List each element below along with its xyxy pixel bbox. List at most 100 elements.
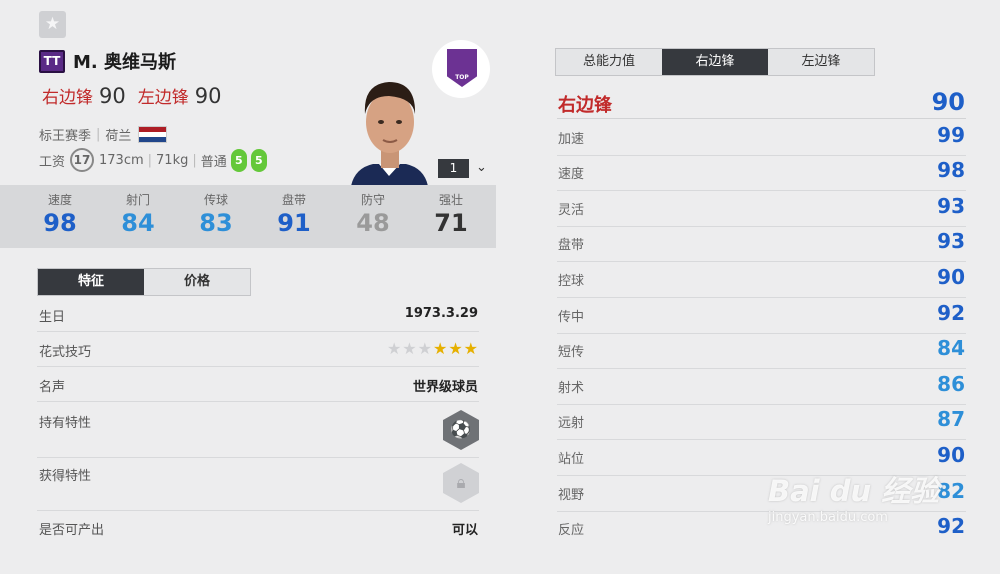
birthday-value: 1973.3.29 (404, 306, 478, 321)
summary-stat: 速度 98 (30, 191, 90, 237)
attribute-value: 82 (937, 479, 965, 503)
player-meta-season: 标王赛季 | 荷兰 (39, 125, 168, 144)
player-name: M. 奥维马斯 (73, 52, 177, 73)
stat-label: 防守 (360, 193, 385, 207)
watermark-main-text: Bai du 经验 (768, 474, 940, 508)
attribute-row: 传中 92 (557, 298, 966, 334)
attribute-label: 盘带 (558, 238, 585, 253)
summary-stats-bar: 速度 98 射门 84 传球 83 盘带 91 防守 48 强壮 71 (0, 185, 496, 248)
position-ovr: 90 (194, 84, 222, 108)
position-label: 右边锋 (42, 88, 93, 108)
salary-badge: 17 (70, 148, 95, 172)
attribute-label: 短传 (558, 345, 585, 360)
nationality-label: 荷兰 (105, 129, 132, 144)
attribute-label: 加速 (558, 132, 585, 147)
lock-icon: 🔒︎ (443, 463, 479, 503)
attribute-row: 灵活 93 (557, 191, 966, 227)
right-tab-bar: 总能力值 右边锋 左边锋 (555, 48, 875, 76)
attribute-row: 射术 86 (557, 369, 966, 405)
info-row-traits-gain: 获得特性 🔒︎ (37, 463, 479, 511)
attribute-label: 远射 (558, 416, 585, 431)
favorite-star-button[interactable]: ★ (39, 11, 66, 38)
summary-stat: 传球 83 (186, 191, 246, 237)
tab-lw[interactable]: 左边锋 (768, 49, 874, 75)
player-meta-body: 工资 17 173cm | 71kg | 普通 5 5 (39, 148, 267, 172)
tab-price[interactable]: 价格 (144, 269, 250, 295)
position-ovr: 90 (99, 84, 126, 108)
attribute-label: 视野 (558, 488, 585, 503)
netherlands-flag-icon (138, 126, 168, 143)
chevron-down-icon[interactable]: ⌄ (476, 160, 487, 175)
attribute-row: 控球 90 (557, 262, 966, 298)
dribbling-trait-icon[interactable]: ⚽ (443, 410, 479, 450)
fame-value: 世界级球员 (412, 380, 478, 395)
stat-label: 射门 (125, 193, 150, 207)
stat-value: 98 (43, 209, 77, 237)
body-type-value: 普通 (200, 154, 227, 170)
info-label: 名声 (39, 380, 66, 395)
summary-stat: 强壮 71 (421, 191, 481, 237)
attribute-value: 93 (937, 229, 965, 253)
position-detail-ovr: 90 (931, 88, 965, 116)
star-empty-icon: ★ (402, 339, 418, 358)
stat-value: 83 (199, 209, 233, 237)
star-empty-icon: ★ (417, 339, 433, 358)
star-filled-icon: ★ (463, 339, 479, 358)
star-filled-icon: ★ (448, 339, 464, 358)
info-row-traits-owned: 持有特性 ⚽ (37, 410, 479, 458)
season-badge-icon: TT (39, 49, 65, 73)
info-row-birthday: 生日 1973.3.29 (37, 306, 479, 332)
attribute-value: 98 (937, 158, 965, 182)
attribute-value: 84 (937, 336, 965, 360)
info-row-producible: 是否可产出 可以 (37, 519, 479, 545)
left-foot-icon: 5 (230, 148, 247, 172)
stat-label: 盘带 (281, 193, 306, 207)
attribute-label: 传中 (558, 310, 585, 325)
producible-value: 可以 (451, 523, 478, 538)
star-empty-icon: ★ (386, 339, 403, 358)
left-tab-bar: 特征 价格 (37, 268, 251, 296)
tab-rw[interactable]: 右边锋 (662, 49, 768, 75)
attribute-value: 92 (937, 301, 965, 325)
position-detail-label: 右边锋 (558, 95, 612, 116)
attribute-row: 加速 99 (557, 120, 966, 156)
attribute-value: 93 (937, 194, 965, 218)
rank-selector[interactable]: 1 (438, 159, 469, 178)
info-label: 是否可产出 (39, 523, 105, 538)
attribute-label: 反应 (558, 523, 585, 538)
attribute-label: 站位 (558, 452, 585, 467)
weight-value: 71kg (156, 152, 189, 168)
attribute-value: 99 (937, 123, 965, 147)
attribute-value: 92 (937, 514, 965, 538)
stat-label: 速度 (47, 193, 72, 207)
player-portrait (343, 72, 436, 186)
position-ratings: 右边锋 90 左边锋 90 (42, 83, 233, 108)
attribute-label: 射术 (558, 381, 585, 396)
tab-overall[interactable]: 总能力值 (556, 49, 662, 75)
season-label: 标王赛季 (39, 129, 92, 144)
tab-traits[interactable]: 特征 (38, 269, 144, 295)
stat-value: 71 (434, 209, 468, 237)
stat-value: 84 (121, 209, 155, 237)
attribute-value: 90 (937, 265, 965, 289)
watermark-url-text: jingyan.baidu.com (768, 510, 888, 525)
separator: | (96, 127, 101, 142)
stat-value: 91 (277, 209, 311, 237)
attribute-row: 速度 98 (557, 155, 966, 191)
attribute-label: 灵活 (558, 203, 585, 218)
baidu-watermark: Bai du 经验 jingyan.baidu.com (768, 468, 939, 525)
attribute-row: 盘带 93 (557, 226, 966, 262)
separator: | (192, 152, 197, 168)
stat-label: 强壮 (438, 193, 463, 207)
position-label: 左边锋 (137, 88, 189, 108)
salary-label: 工资 (39, 154, 66, 170)
stat-value: 48 (356, 209, 390, 237)
star-filled-icon: ★ (432, 339, 449, 358)
separator: | (147, 152, 153, 168)
height-value: 173cm (99, 152, 144, 168)
right-foot-icon: 5 (250, 148, 267, 172)
skill-stars-rating: ★★★★★★ (387, 339, 479, 358)
attribute-label: 控球 (558, 274, 585, 289)
attribute-row: 远射 87 (557, 404, 966, 440)
info-label: 获得特性 (39, 469, 92, 484)
